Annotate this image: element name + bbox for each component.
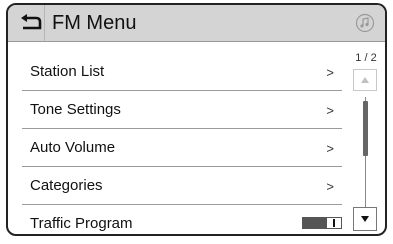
menu-item-label: Auto Volume: [30, 139, 116, 156]
traffic-program-toggle[interactable]: [302, 217, 342, 229]
menu-item-label: Traffic Program: [30, 215, 133, 232]
page-indicator: 1 / 2: [355, 52, 377, 64]
up-arrow-icon: [361, 77, 369, 83]
menu-item-categories[interactable]: Categories >: [22, 167, 342, 205]
menu-item-label: Station List: [30, 63, 105, 80]
toggle-off-segment: [303, 218, 327, 228]
chevron-right-icon: >: [326, 103, 334, 118]
menu-item-label: Categories: [30, 177, 103, 194]
down-arrow-icon: [361, 216, 369, 222]
header-bar: FM Menu: [8, 5, 385, 42]
page-title: FM Menu: [52, 12, 137, 34]
chevron-right-icon: >: [326, 179, 334, 194]
back-arrow-icon: [21, 14, 42, 30]
header-divider: [44, 5, 45, 41]
chevron-right-icon: >: [326, 65, 334, 80]
menu-item-traffic-program[interactable]: Traffic Program: [22, 205, 342, 234]
menu-item-auto-volume[interactable]: Auto Volume >: [22, 129, 342, 167]
menu-item-label: Tone Settings: [30, 101, 121, 118]
music-note-icon: [355, 13, 375, 33]
menu-item-station-list[interactable]: Station List >: [22, 53, 342, 91]
scroll-down-button[interactable]: [353, 207, 377, 231]
scroll-thumb[interactable]: [363, 101, 368, 156]
menu-list: Station List > Tone Settings > Auto Volu…: [22, 53, 342, 234]
chevron-right-icon: >: [326, 141, 334, 156]
fm-menu-screen: FM Menu Station List > Tone Settings > A…: [6, 3, 387, 236]
toggle-on-segment: [326, 218, 341, 228]
menu-item-tone-settings[interactable]: Tone Settings >: [22, 91, 342, 129]
scroll-up-button[interactable]: [353, 69, 377, 91]
back-button[interactable]: [18, 10, 44, 36]
scrollbar[interactable]: 1 / 2: [353, 52, 379, 233]
